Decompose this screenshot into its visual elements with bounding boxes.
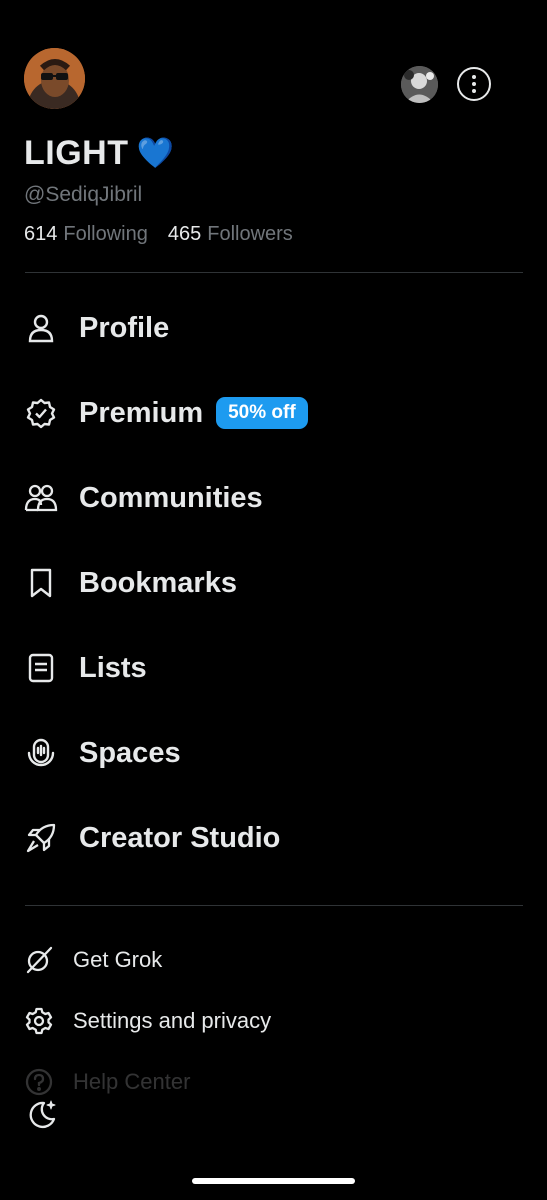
display-name[interactable]: LIGHT 💙 (24, 134, 174, 173)
sec-item-get-grok[interactable]: Get Grok (24, 938, 524, 982)
display-mode-button[interactable] (24, 1097, 60, 1133)
more-options-button[interactable] (457, 67, 491, 101)
nav-label-lists: Lists (79, 651, 147, 684)
divider (25, 272, 523, 273)
nav-label-creator-studio: Creator Studio (79, 821, 281, 854)
switch-account-avatar[interactable] (401, 66, 438, 103)
following-label[interactable]: Following (63, 223, 147, 246)
grok-icon (24, 945, 54, 975)
sec-item-help-center[interactable]: Help Center (24, 1060, 524, 1104)
nav-item-spaces[interactable]: Spaces (24, 723, 524, 783)
verified-badge-icon (24, 396, 58, 430)
blue-heart-emoji: 💙 (136, 137, 175, 170)
gear-icon (24, 1006, 54, 1036)
sec-label-settings: Settings and privacy (73, 1008, 272, 1033)
more-options-icon (472, 75, 476, 79)
nav-label-spaces: Spaces (79, 736, 181, 769)
nav-item-premium[interactable]: Premium 50% off (24, 383, 524, 443)
side-drawer: LIGHT 💙 @SediqJibril 614 Following 465 F… (0, 0, 547, 1200)
premium-discount-badge[interactable]: 50% off (216, 397, 308, 429)
sec-label-help-center: Help Center (73, 1069, 191, 1094)
nav-label-premium: Premium (79, 396, 204, 429)
nav-item-bookmarks[interactable]: Bookmarks (24, 553, 524, 613)
sec-item-settings[interactable]: Settings and privacy (24, 999, 524, 1043)
nav-label-bookmarks: Bookmarks (79, 566, 237, 599)
followers-count[interactable]: 465 (168, 223, 201, 246)
following-count[interactable]: 614 (24, 223, 57, 246)
moon-icon (29, 1100, 56, 1129)
nav-label-profile: Profile (79, 311, 170, 344)
user-handle: @SediqJibril (24, 183, 143, 206)
nav-item-profile[interactable]: Profile (24, 298, 524, 358)
followers-label[interactable]: Followers (207, 223, 293, 246)
display-name-text: LIGHT (24, 134, 129, 172)
person-icon (24, 311, 58, 345)
divider (25, 905, 523, 906)
nav-item-lists[interactable]: Lists (24, 638, 524, 698)
bookmark-icon (24, 566, 58, 600)
nav-item-communities[interactable]: Communities (24, 468, 524, 528)
profile-avatar[interactable] (24, 48, 85, 109)
nav-item-creator-studio[interactable]: Creator Studio (24, 808, 524, 868)
sec-label-get-grok: Get Grok (73, 947, 163, 972)
help-icon (24, 1067, 54, 1097)
list-icon (24, 651, 58, 685)
follow-stats: 614 Following 465 Followers (24, 223, 293, 246)
nav-label-communities: Communities (79, 481, 263, 514)
spaces-icon (24, 736, 58, 770)
communities-icon (24, 481, 58, 515)
home-indicator[interactable] (192, 1178, 355, 1184)
rocket-icon (24, 821, 58, 855)
